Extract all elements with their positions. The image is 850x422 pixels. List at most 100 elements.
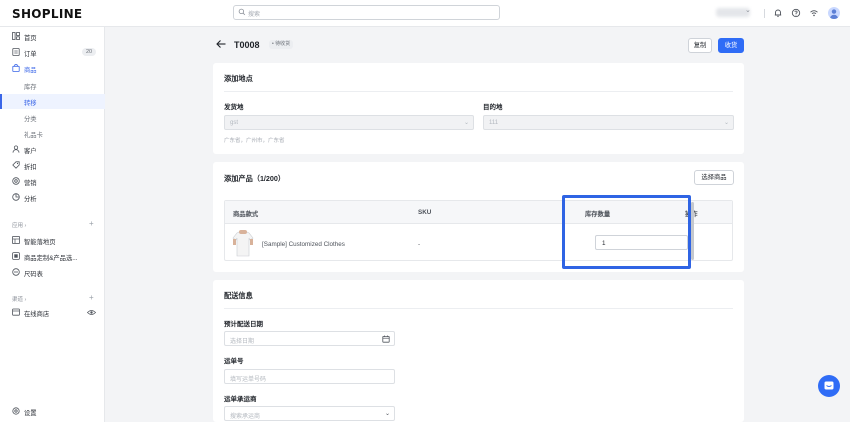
apps-section-title[interactable]: 应用 › xyxy=(12,221,26,229)
sidebar-item-products[interactable]: 商品 xyxy=(0,61,105,76)
sidebar-item-label: 客户 xyxy=(24,148,37,155)
search-placeholder: 搜索 xyxy=(248,12,261,18)
pie-chart-icon xyxy=(12,193,20,201)
home-icon xyxy=(12,32,20,40)
product-thumbnail[interactable] xyxy=(232,229,254,257)
chevron-down-icon: ⌄ xyxy=(463,120,469,126)
sidebar-item-marketing[interactable]: 营销 xyxy=(0,174,105,189)
person-icon xyxy=(12,145,20,153)
user-icon xyxy=(829,9,839,19)
sidebar-item-categories[interactable]: 分类 xyxy=(0,110,105,125)
sidebar-item-label: 礼品卡 xyxy=(24,132,43,139)
column-header-sku: SKU xyxy=(418,209,432,216)
back-arrow-icon[interactable] xyxy=(215,39,227,49)
sidebar-item-label: 商品 xyxy=(24,67,37,74)
chevron-down-icon[interactable]: ⌄ xyxy=(745,6,751,14)
sidebar-item-transfers[interactable]: 转移 xyxy=(0,94,105,109)
channels-section-title[interactable]: 渠道 › xyxy=(12,295,26,303)
sidebar: 首页 订单 20 商品 库存 转移 分类 礼品卡 客户 折扣 营销 分析 应用 … xyxy=(0,27,105,422)
page-title: T0008 xyxy=(234,40,260,50)
sidebar-item-size-chart[interactable]: 尺码表 xyxy=(0,265,105,280)
sidebar-item-analytics[interactable]: 分析 xyxy=(0,190,105,205)
origin-select[interactable]: gst ⌄ xyxy=(224,115,474,130)
layout-icon xyxy=(12,236,20,244)
tracking-placeholder: 填写运单号码 xyxy=(230,377,267,383)
avatar[interactable] xyxy=(828,7,840,19)
divider xyxy=(224,91,733,92)
search-input[interactable]: 搜索 xyxy=(233,5,500,20)
scrollbar[interactable] xyxy=(691,202,694,260)
sidebar-item-landing-page[interactable]: 智能落地页 xyxy=(0,233,105,248)
product-name[interactable]: [Sample] Customized Clothes xyxy=(262,241,345,248)
add-channel-icon[interactable]: + xyxy=(89,293,94,302)
sidebar-item-label: 首页 xyxy=(24,35,37,42)
sidebar-item-label: 转移 xyxy=(24,100,37,107)
sidebar-item-discounts[interactable]: 折扣 xyxy=(0,158,105,173)
date-placeholder: 选择日期 xyxy=(230,339,255,345)
sidebar-item-settings[interactable]: 设置 xyxy=(0,404,105,419)
sidebar-item-gift-cards[interactable]: 礼品卡 xyxy=(0,126,105,141)
help-icon[interactable] xyxy=(791,8,801,18)
sidebar-item-inventory[interactable]: 库存 xyxy=(0,78,105,93)
sidebar-item-label: 订单 xyxy=(24,51,37,58)
sidebar-item-label: 在线商店 xyxy=(24,311,50,318)
chat-button[interactable] xyxy=(818,375,840,397)
app-icon xyxy=(12,252,20,260)
delivery-date-label: 预计配送日期 xyxy=(224,321,263,328)
divider xyxy=(224,308,733,309)
delivery-date-picker[interactable]: 选择日期 xyxy=(224,331,395,346)
shopline-logo[interactable]: SHOPLINE xyxy=(12,7,82,21)
chevron-down-icon: ⌄ xyxy=(723,120,729,126)
sidebar-item-orders[interactable]: 订单 20 xyxy=(0,45,105,60)
shopping-bag-icon xyxy=(12,64,20,72)
eye-icon[interactable] xyxy=(87,309,96,316)
sidebar-item-label: 折扣 xyxy=(24,164,37,171)
target-icon xyxy=(12,177,20,185)
delivery-card: 配送信息 预计配送日期 选择日期 运单号 填写运单号码 运单承运商 搜索承运商 … xyxy=(213,280,744,422)
gear-icon xyxy=(12,407,20,415)
card-title: 配送信息 xyxy=(224,291,253,300)
product-sku: - xyxy=(418,241,421,248)
add-app-icon[interactable]: + xyxy=(89,219,94,228)
sidebar-item-online-store[interactable]: 在线商店 xyxy=(0,305,105,320)
carrier-placeholder: 搜索承运商 xyxy=(230,414,261,420)
origin-address-hint: 广东省，广州市，广东省 xyxy=(224,138,285,144)
column-header-variant: 商品款式 xyxy=(233,211,259,218)
sidebar-item-customers[interactable]: 客户 xyxy=(0,142,105,157)
sidebar-item-label: 尺码表 xyxy=(24,271,43,278)
copy-button[interactable]: 复制 xyxy=(688,38,712,53)
status-badge: • 待收货 xyxy=(269,40,294,49)
card-title: 添加地点 xyxy=(224,74,253,83)
tag-icon xyxy=(12,161,20,169)
destination-value: 111 xyxy=(489,120,499,126)
sidebar-item-label: 库存 xyxy=(24,84,37,91)
calendar-icon xyxy=(382,335,390,343)
search-icon xyxy=(238,8,246,16)
focus-highlight-box xyxy=(562,195,691,269)
chevron-down-icon: ⌄ xyxy=(384,411,390,417)
destination-label: 目的地 xyxy=(483,104,503,111)
orders-count-badge: 20 xyxy=(82,48,96,56)
choose-products-button[interactable]: 选择商品 xyxy=(694,170,734,185)
sidebar-item-home[interactable]: 首页 xyxy=(0,29,105,44)
receive-button[interactable]: 收货 xyxy=(718,38,744,53)
wifi-icon[interactable] xyxy=(809,8,819,18)
orders-icon xyxy=(12,48,20,56)
destination-select[interactable]: 111 ⌄ xyxy=(483,115,734,130)
sidebar-item-label: 分类 xyxy=(24,116,37,123)
ruler-icon xyxy=(12,268,20,276)
tracking-label: 运单号 xyxy=(224,358,244,365)
carrier-select[interactable]: 搜索承运商 ⌄ xyxy=(224,406,395,421)
tracking-number-input[interactable]: 填写运单号码 xyxy=(224,369,395,384)
bell-icon[interactable] xyxy=(773,8,783,18)
sidebar-item-label: 营销 xyxy=(24,180,37,187)
sidebar-item-product-customizer[interactable]: 商品定制&产品选... xyxy=(0,249,105,264)
origin-value: gst xyxy=(230,120,239,126)
sidebar-item-label: 分析 xyxy=(24,196,37,203)
top-bar: SHOPLINE 搜索 ⌄ xyxy=(0,0,850,27)
origin-label: 发货地 xyxy=(224,104,244,111)
card-title: 添加产品（1/200） xyxy=(224,174,286,183)
sidebar-item-label: 智能落地页 xyxy=(24,239,56,246)
sidebar-item-label: 商品定制&产品选... xyxy=(24,255,78,262)
chat-icon xyxy=(824,381,834,390)
